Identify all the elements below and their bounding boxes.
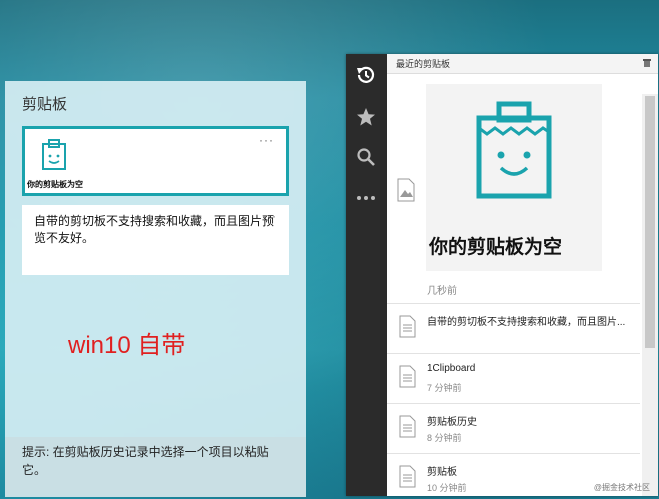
image-icon xyxy=(397,178,415,202)
clipboard-app-window: 最近的剪贴板 你的剪贴板为空 几秒前 自带的剪切板不支持搜索和收藏，而且图片..… xyxy=(346,54,658,496)
document-icon xyxy=(399,415,416,438)
history-icon[interactable] xyxy=(355,64,377,86)
panel-title: 剪贴板 xyxy=(22,96,68,113)
more-options-button[interactable]: ··· xyxy=(262,209,277,223)
image-thumbnail: 你的剪贴板为空 xyxy=(25,129,85,193)
item-title: 剪贴板 xyxy=(427,467,457,478)
item-title: 自带的剪切板不支持搜索和收藏，而且图片... xyxy=(427,317,626,328)
document-icon xyxy=(399,315,416,338)
item-title: 剪贴板历史 xyxy=(427,417,477,428)
search-icon[interactable] xyxy=(355,146,377,168)
clipboard-list: 你的剪贴板为空 几秒前 自带的剪切板不支持搜索和收藏，而且图片... 1Clip… xyxy=(387,74,658,496)
sidebar xyxy=(346,54,387,496)
star-icon[interactable] xyxy=(355,106,377,128)
trash-icon[interactable] xyxy=(642,57,652,68)
more-options-button[interactable]: ··· xyxy=(259,133,274,147)
document-icon xyxy=(399,365,416,388)
header-title: 最近的剪贴板 xyxy=(396,59,451,69)
clipboard-list-item[interactable]: 1Clipboard 7 分钟前 xyxy=(387,354,640,402)
clipboard-list-item[interactable]: 剪贴板历史 8 分钟前 xyxy=(387,404,640,452)
hint-text: 提示: 在剪贴板历史记录中选择一个项目以粘贴它。 xyxy=(22,445,269,477)
item-timestamp: 7 分钟前 xyxy=(427,383,462,393)
image-preview[interactable]: 你的剪贴板为空 xyxy=(426,84,602,271)
clipboard-list-item[interactable]: 自带的剪切板不支持搜索和收藏，而且图片... xyxy=(387,304,640,352)
watermark: @掘金技术社区 xyxy=(593,483,650,492)
empty-clipboard-illustration xyxy=(476,101,552,199)
clipboard-item-content: 自带的剪切板不支持搜索和收藏，而且图片预览不友好。 xyxy=(34,214,275,245)
win10-clipboard-panel: 剪贴板 你的剪贴板为空 ··· 自带的剪切板不支持搜索和收藏，而且图片预览不友好… xyxy=(5,81,306,497)
item-title: 1Clipboard xyxy=(427,363,476,374)
item-timestamp: 几秒前 xyxy=(427,286,457,297)
scrollbar-thumb[interactable] xyxy=(645,96,655,348)
clipboard-item-text[interactable]: 自带的剪切板不支持搜索和收藏，而且图片预览不友好。 ··· xyxy=(22,205,289,275)
more-icon[interactable] xyxy=(355,187,377,209)
clipboard-item-image[interactable]: 你的剪贴板为空 ··· xyxy=(22,126,289,196)
app-header: 最近的剪贴板 xyxy=(387,54,658,74)
item-timestamp: 8 分钟前 xyxy=(427,433,462,443)
document-icon xyxy=(399,465,416,488)
clipboard-icon xyxy=(42,139,66,170)
annotation-label: win10 自带 xyxy=(68,332,186,359)
hint-bar: 提示: 在剪贴板历史记录中选择一个项目以粘贴它。 xyxy=(5,437,306,497)
scrollbar-track[interactable] xyxy=(642,94,658,496)
empty-clipboard-text: 你的剪贴板为空 xyxy=(429,237,563,258)
item-timestamp: 10 分钟前 xyxy=(427,483,467,493)
thumbnail-text: 你的剪贴板为空 xyxy=(27,180,83,189)
